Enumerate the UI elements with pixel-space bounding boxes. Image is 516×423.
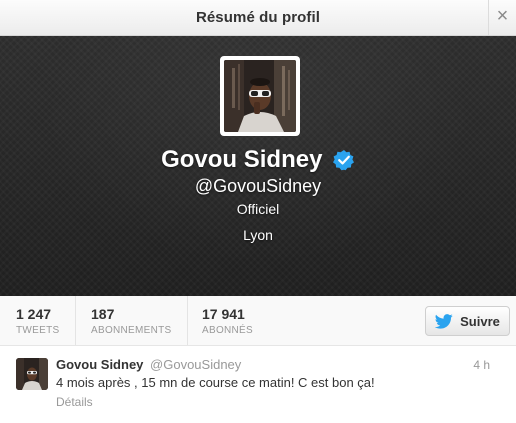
profile-bio: Officiel bbox=[236, 201, 280, 217]
stat-followers[interactable]: 17 941 ABONNÉS bbox=[187, 296, 283, 345]
tweet-author-name[interactable]: Govou Sidney bbox=[56, 357, 143, 372]
profile-stats-bar: 1 247 TWEETS 187 ABONNEMENTS 17 941 ABON… bbox=[0, 296, 516, 346]
stat-followers-value: 17 941 bbox=[202, 306, 245, 322]
profile-location: Lyon bbox=[243, 227, 273, 243]
tweet-header: Govou Sidney @GovouSidney bbox=[56, 357, 241, 372]
stat-followers-label: ABONNÉS bbox=[202, 325, 254, 336]
stat-following-value: 187 bbox=[91, 306, 115, 322]
stat-following[interactable]: 187 ABONNEMENTS bbox=[75, 296, 187, 345]
follow-button-label: Suivre bbox=[460, 313, 500, 329]
close-icon: × bbox=[496, 5, 509, 27]
tweet-text: 4 mois après , 15 mn de course ce matin!… bbox=[56, 375, 375, 390]
profile-name-row: Govou Sidney bbox=[0, 146, 516, 174]
stat-tweets-value: 1 247 bbox=[16, 306, 52, 322]
tweet-details-link[interactable]: Détails bbox=[56, 395, 93, 409]
profile-handle: @GovouSidney bbox=[194, 176, 322, 196]
stat-following-label: ABONNEMENTS bbox=[91, 325, 172, 336]
stat-tweets-label: TWEETS bbox=[16, 325, 60, 336]
avatar-image bbox=[224, 60, 296, 132]
stat-tweets[interactable]: 1 247 TWEETS bbox=[0, 296, 75, 345]
profile-avatar[interactable] bbox=[220, 56, 300, 136]
profile-summary-modal: Résumé du profil × Govou Sidney @GovouSi… bbox=[0, 0, 516, 423]
profile-header: Govou Sidney @GovouSidney Officiel Lyon bbox=[0, 36, 516, 296]
tweet-author-handle[interactable]: @GovouSidney bbox=[150, 357, 241, 372]
tweet-item[interactable]: Govou Sidney @GovouSidney 4 h 4 mois apr… bbox=[0, 346, 516, 423]
modal-title: Résumé du profil bbox=[195, 9, 321, 26]
twitter-bird-icon bbox=[435, 313, 453, 329]
tweet-avatar[interactable] bbox=[16, 358, 48, 390]
modal-titlebar: Résumé du profil × bbox=[0, 0, 516, 36]
tweet-timestamp[interactable]: 4 h bbox=[473, 358, 490, 372]
follow-button[interactable]: Suivre bbox=[425, 306, 510, 336]
close-button[interactable]: × bbox=[488, 0, 516, 35]
verified-badge-icon bbox=[332, 150, 354, 171]
profile-name[interactable]: Govou Sidney bbox=[161, 146, 322, 173]
